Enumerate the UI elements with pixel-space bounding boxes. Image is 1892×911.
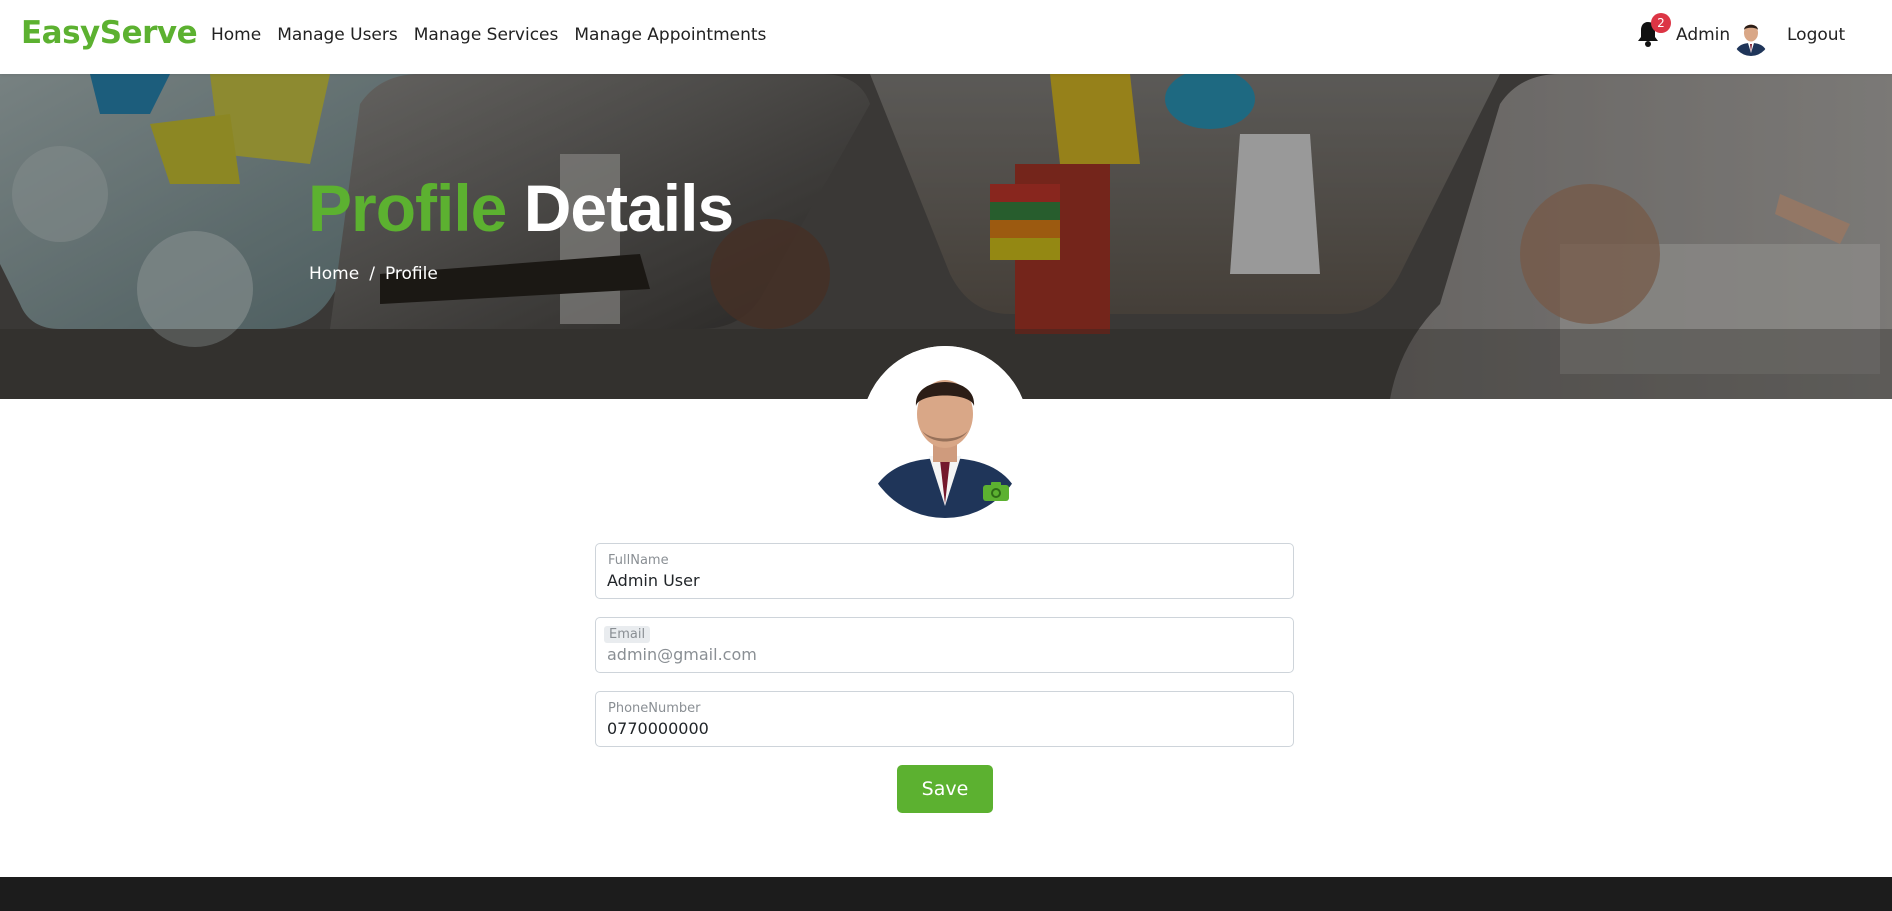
notification-badge: 2: [1651, 13, 1671, 33]
fullname-input[interactable]: [607, 571, 1277, 590]
email-field: Email: [595, 617, 1294, 673]
footer: [0, 877, 1892, 911]
nav-links: Home Manage Users Manage Services Manage…: [211, 25, 766, 45]
nav-link-manage-appointments[interactable]: Manage Appointments: [574, 25, 766, 45]
navbar: EasyServe Home Manage Users Manage Servi…: [0, 0, 1892, 74]
nav-link-manage-users[interactable]: Manage Users: [277, 25, 398, 45]
camera-icon[interactable]: [982, 480, 1010, 502]
fullname-label: FullName: [608, 553, 669, 568]
nav-link-manage-services[interactable]: Manage Services: [414, 25, 559, 45]
email-input: [607, 645, 1277, 664]
phone-input[interactable]: [607, 719, 1277, 738]
email-label: Email: [604, 626, 651, 643]
phone-field: PhoneNumber: [595, 691, 1294, 747]
breadcrumb-separator: /: [369, 264, 375, 284]
page-title-rest: Details: [523, 171, 734, 245]
phone-label: PhoneNumber: [608, 701, 701, 716]
nav-link-home[interactable]: Home: [211, 25, 261, 45]
breadcrumb-current: Profile: [384, 264, 438, 284]
user-name: Admin: [1676, 25, 1731, 45]
page-title: Profile Details: [308, 170, 734, 246]
page-title-highlight: Profile: [308, 171, 507, 245]
fullname-field: FullName: [595, 543, 1294, 599]
breadcrumb: Home / Profile: [309, 264, 438, 284]
save-button[interactable]: Save: [897, 765, 993, 813]
breadcrumb-home[interactable]: Home: [309, 264, 359, 284]
avatar[interactable]: [1732, 16, 1770, 56]
logout-link[interactable]: Logout: [1787, 25, 1845, 45]
brand-logo[interactable]: EasyServe: [21, 15, 198, 51]
